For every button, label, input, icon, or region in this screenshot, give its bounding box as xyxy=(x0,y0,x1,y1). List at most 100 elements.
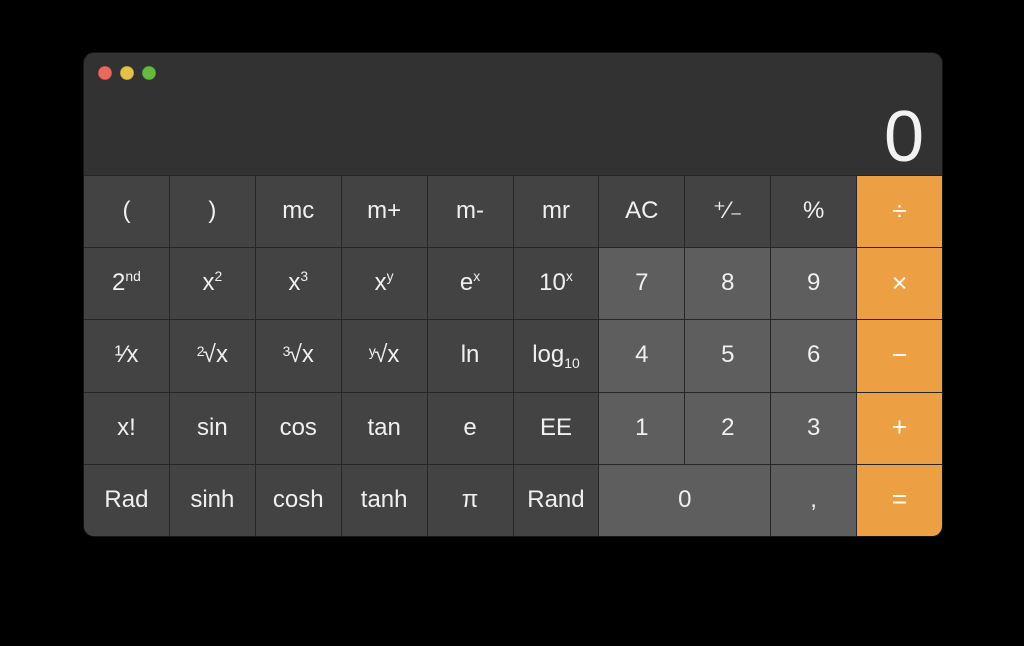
key-label: 9 xyxy=(806,269,821,297)
key-7[interactable]: 7 xyxy=(599,248,685,320)
key-2[interactable]: 2 xyxy=(685,392,771,464)
key-label: Rad xyxy=(104,485,149,513)
key-label: 7 xyxy=(635,269,649,297)
key-10[interactable]: 10x xyxy=(513,248,599,320)
key-label: 1 xyxy=(635,413,649,441)
key-key[interactable]: ) xyxy=(169,176,255,248)
maximize-button-icon[interactable] xyxy=(142,66,156,80)
key-5[interactable]: 5 xyxy=(685,320,771,392)
key-m[interactable]: m+ xyxy=(341,176,427,248)
key-1[interactable]: 1 xyxy=(599,392,685,464)
key-0[interactable]: 0 xyxy=(599,464,771,536)
key-label: xy xyxy=(374,268,394,297)
key-label: 2 xyxy=(721,413,735,441)
key-label: 4 xyxy=(635,341,649,369)
key-label: ex xyxy=(459,268,481,297)
key-ee[interactable]: EE xyxy=(513,392,599,464)
key-key[interactable]: ( xyxy=(84,176,169,248)
key-log[interactable]: log10 xyxy=(513,320,599,392)
key-mc[interactable]: mc xyxy=(255,176,341,248)
keypad: () mc m+ m-mr AC ⁺⁄₋% ÷ 2nd x2 x3 xy ex 10x 7 8 9 × ¹⁄x 2 √… xyxy=(84,176,942,536)
key-label: π xyxy=(461,485,479,513)
key-label: 2nd xyxy=(112,268,141,297)
key-add[interactable]: + xyxy=(857,392,942,464)
key-3[interactable]: 3 xyxy=(771,392,857,464)
key-label: ln xyxy=(460,341,480,369)
key-label: ( xyxy=(122,197,131,225)
key-plus-minus[interactable]: ⁺⁄₋ xyxy=(685,176,771,248)
key-label: mc xyxy=(282,197,315,225)
key-ac[interactable]: AC xyxy=(599,176,685,248)
key-label: ¹⁄x xyxy=(114,341,139,369)
key-reciprocal[interactable]: ¹⁄x xyxy=(84,320,169,392)
key-label: + xyxy=(891,412,908,443)
key-label: 0 xyxy=(678,485,692,513)
key-e[interactable]: ex xyxy=(427,248,513,320)
key-cosh[interactable]: cosh xyxy=(255,464,341,536)
key-x[interactable]: x2 xyxy=(169,248,255,320)
key-label: 2 √x xyxy=(196,341,228,369)
key-e[interactable]: e xyxy=(427,392,513,464)
key-x[interactable]: x! xyxy=(84,392,169,464)
key-label: 5 xyxy=(721,341,735,369)
key-pi[interactable]: π xyxy=(427,464,513,536)
key-sinh[interactable]: sinh xyxy=(169,464,255,536)
traffic-light-controls xyxy=(98,66,156,80)
key-8[interactable]: 8 xyxy=(685,248,771,320)
key-label: sin xyxy=(197,413,228,441)
key-multiply[interactable]: × xyxy=(857,248,942,320)
key-label: = xyxy=(891,484,908,515)
key-divide[interactable]: ÷ xyxy=(857,176,942,248)
display-value: 0 xyxy=(883,97,924,177)
key-label: AC xyxy=(625,197,659,225)
key-4[interactable]: 4 xyxy=(599,320,685,392)
key-nth-root[interactable]: y √x xyxy=(341,320,427,392)
key-label: ⁺⁄₋ xyxy=(713,197,743,225)
key-x[interactable]: xy xyxy=(341,248,427,320)
key-label: m- xyxy=(456,197,485,225)
key-label: , xyxy=(810,485,817,513)
key-label: EE xyxy=(539,413,572,441)
key-mr[interactable]: mr xyxy=(513,176,599,248)
key-tan[interactable]: tan xyxy=(341,392,427,464)
close-button-icon[interactable] xyxy=(98,66,112,80)
key-decimal-separator[interactable]: , xyxy=(771,464,857,536)
key-label: tan xyxy=(367,413,401,441)
key-label: tanh xyxy=(360,485,408,513)
calculator-window: 0 () mc m+ m-mr AC ⁺⁄₋% ÷ 2nd x2 x3 xy ex 10x 7 8 9 × ¹⁄x… xyxy=(84,53,942,536)
key-label: mr xyxy=(541,197,570,225)
key-2nd[interactable]: 2nd xyxy=(84,248,169,320)
key-9[interactable]: 9 xyxy=(771,248,857,320)
key-6[interactable]: 6 xyxy=(771,320,857,392)
key-label: sinh xyxy=(190,485,235,513)
key-tanh[interactable]: tanh xyxy=(341,464,427,536)
key-subtract[interactable]: − xyxy=(857,320,942,392)
key-label: % xyxy=(802,197,825,225)
key-x[interactable]: x3 xyxy=(255,248,341,320)
key-label: × xyxy=(891,267,908,298)
key-label: log10 xyxy=(532,341,580,372)
key-rad[interactable]: Rad xyxy=(84,464,169,536)
key-label: x2 xyxy=(202,268,223,297)
key-label: 3 xyxy=(806,413,821,441)
key-ln[interactable]: ln xyxy=(427,320,513,392)
key-sin[interactable]: sin xyxy=(169,392,255,464)
key-label: cos xyxy=(279,413,317,441)
key-equals[interactable]: = xyxy=(857,464,942,536)
key-label: Rand xyxy=(527,485,585,513)
key-cos[interactable]: cos xyxy=(255,392,341,464)
key-cube-root[interactable]: 3 √x xyxy=(255,320,341,392)
key-square-root[interactable]: 2 √x xyxy=(169,320,255,392)
key-label: ) xyxy=(208,197,217,225)
key-m[interactable]: m- xyxy=(427,176,513,248)
key-label: x! xyxy=(117,413,136,441)
key-label: m+ xyxy=(367,197,402,225)
key-key[interactable]: % xyxy=(771,176,857,248)
key-rand[interactable]: Rand xyxy=(513,464,599,536)
key-label: x3 xyxy=(288,268,309,297)
minimize-button-icon[interactable] xyxy=(120,66,134,80)
key-label: y √x xyxy=(368,341,400,369)
key-label: 6 xyxy=(806,341,821,369)
title-bar[interactable]: 0 xyxy=(84,53,942,176)
key-label: e xyxy=(463,413,477,441)
